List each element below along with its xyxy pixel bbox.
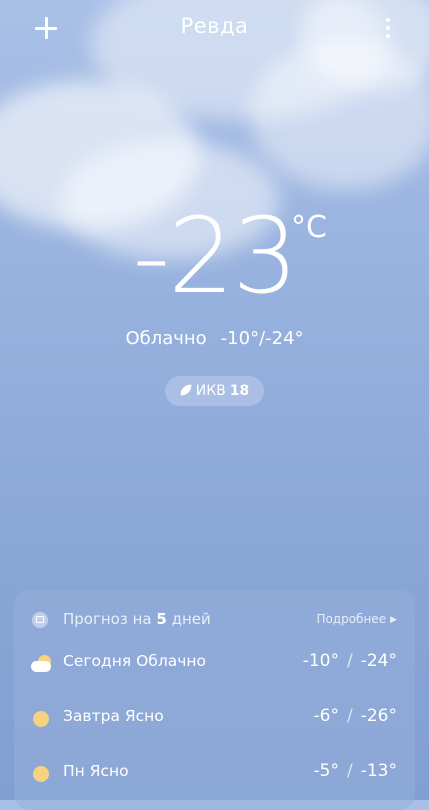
forecast-day-temps: -10° / -24° (302, 651, 397, 671)
current-temperature: -23 °C (0, 196, 429, 316)
forecast-title-prefix: Прогноз на (63, 610, 152, 628)
temperature-unit: °C (291, 210, 327, 245)
top-bar: Ревда (0, 0, 429, 56)
forecast-row-tomorrow[interactable]: Завтра Ясно -6° / -26° (14, 703, 415, 733)
forecast-days-count: 5 (156, 610, 167, 628)
forecast-day-temps: -6° / -26° (313, 706, 397, 726)
high-low-text: -10°/-24° (220, 328, 304, 349)
leaf-icon (180, 384, 192, 396)
aqi-value: 18 (229, 383, 250, 399)
aqi-label: ИКВ (195, 383, 226, 399)
chevron-right-icon: ▶ (390, 615, 397, 625)
aqi-badge[interactable]: ИКВ 18 (165, 376, 264, 406)
condition-text: Облачно (125, 328, 207, 349)
temperature-value: -23 (132, 195, 299, 317)
forecast-day-label: Завтра Ясно (63, 707, 164, 725)
forecast-card: Прогноз на 5 дней Подробнее ▶ Сегодня Обл… (14, 590, 415, 810)
forecast-day-label: Сегодня Облачно (63, 652, 207, 670)
current-condition: Облачно -10°/-24° (0, 328, 429, 349)
calendar-icon (32, 612, 48, 628)
forecast-low: -26° (360, 706, 397, 726)
forecast-low: -24° (360, 651, 397, 671)
forecast-high: -10° (302, 651, 339, 671)
forecast-title-suffix: дней (171, 610, 211, 628)
forecast-row-monday[interactable]: Пн Ясно -5° / -13° (14, 758, 415, 788)
forecast-title: Прогноз на 5 дней (63, 610, 211, 628)
forecast-high: -5° (313, 761, 339, 781)
cloudy-icon (31, 655, 53, 673)
forecast-day-label: Пн Ясно (63, 762, 129, 780)
forecast-high: -6° (313, 706, 339, 726)
city-title: Ревда (180, 14, 249, 38)
sun-icon (33, 766, 49, 782)
sun-icon (33, 711, 49, 727)
details-link[interactable]: Подробнее ▶ (316, 612, 397, 626)
details-link-label: Подробнее (316, 612, 387, 626)
more-menu-button[interactable] (376, 14, 400, 42)
forecast-row-today[interactable]: Сегодня Облачно -10° / -24° (14, 648, 415, 678)
forecast-header: Прогноз на 5 дней Подробнее ▶ (14, 608, 415, 634)
forecast-low: -13° (360, 761, 397, 781)
forecast-day-temps: -5° / -13° (313, 761, 397, 781)
